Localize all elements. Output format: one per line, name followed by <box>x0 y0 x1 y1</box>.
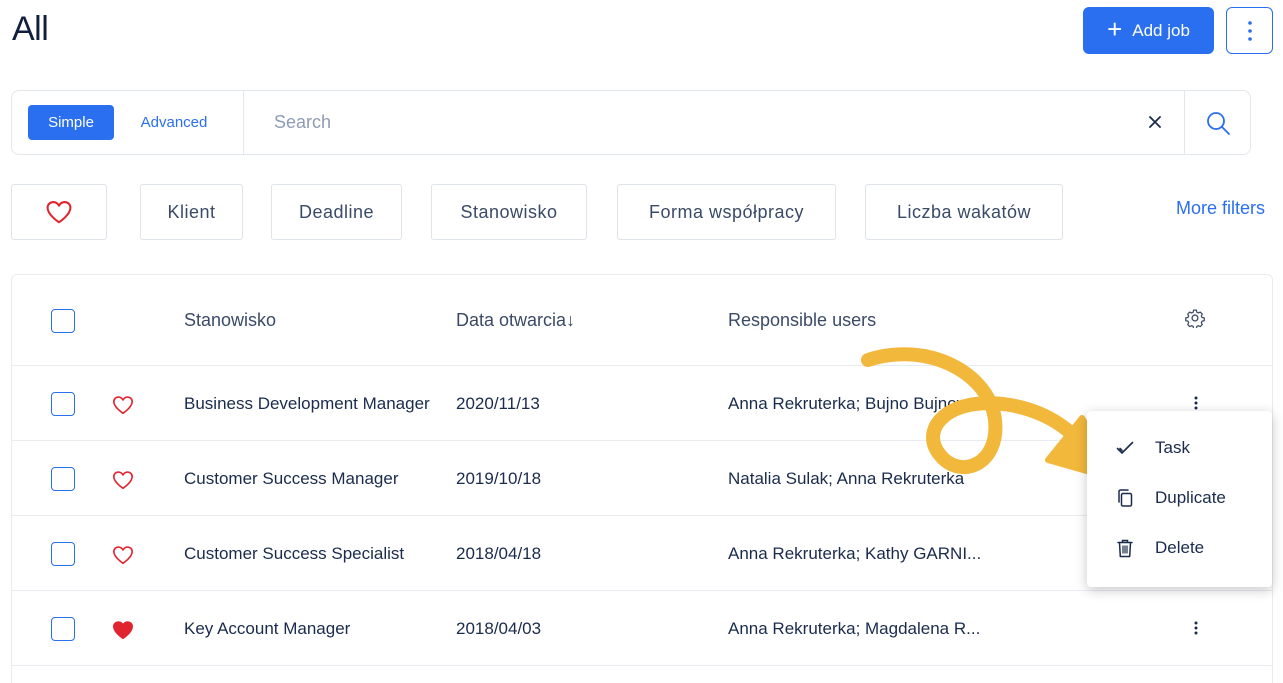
checkmark-icon <box>1115 438 1135 458</box>
add-job-label: Add job <box>1132 20 1190 40</box>
jobs-table: Stanowisko Data otwarcia↓ Responsible us… <box>11 274 1273 683</box>
menu-item-duplicate[interactable]: Duplicate <box>1087 473 1272 523</box>
table-row[interactable]: Key Account Manager 2018/04/03 Anna Rekr… <box>12 591 1272 666</box>
row-open-date: 2020/11/13 <box>456 394 540 413</box>
column-header-responsible[interactable]: Responsible users <box>728 310 876 331</box>
sort-desc-icon: ↓ <box>566 310 576 330</box>
favorites-filter[interactable] <box>11 184 107 240</box>
page-title: All <box>12 10 49 48</box>
menu-item-label: Delete <box>1155 538 1205 557</box>
close-icon <box>1149 116 1161 128</box>
row-position[interactable]: Customer Success Manager <box>184 469 398 489</box>
more-actions-button[interactable] <box>1226 7 1273 54</box>
heart-outline-icon[interactable] <box>112 394 134 416</box>
row-actions-button[interactable] <box>1186 616 1206 640</box>
row-open-date: 2018/04/03 <box>456 619 542 638</box>
gear-icon <box>1185 309 1205 330</box>
search-mode-simple-tab[interactable]: Simple <box>28 105 114 140</box>
row-responsible: Anna Rekruterka; Kathy GARNI... <box>728 544 982 563</box>
vertical-dots-icon <box>1194 396 1198 410</box>
select-all-checkbox[interactable] <box>51 309 75 333</box>
search-button[interactable] <box>1200 105 1236 141</box>
search-bar: Simple Advanced <box>11 90 1251 155</box>
table-row[interactable]: Business Development Manager 2020/11/13 … <box>12 366 1272 441</box>
menu-item-task[interactable]: Task <box>1087 423 1272 473</box>
table-row[interactable]: Customer Success Manager 2019/10/18 Nata… <box>12 441 1272 516</box>
row-position[interactable]: Business Development Manager <box>184 394 430 414</box>
filter-stanowisko[interactable]: Stanowisko <box>431 184 587 240</box>
filter-forma-wspolpracy[interactable]: Forma współpracy <box>617 184 836 240</box>
vertical-dots-icon <box>1194 621 1198 635</box>
add-job-button[interactable]: + Add job <box>1083 7 1214 54</box>
filter-klient[interactable]: Klient <box>140 184 243 240</box>
heart-outline-icon[interactable] <box>112 544 134 566</box>
column-header-open-date-label: Data otwarcia <box>456 310 567 330</box>
trash-icon <box>1115 538 1135 558</box>
heart-outline-icon[interactable] <box>112 469 134 491</box>
column-header-open-date[interactable]: Data otwarcia↓ <box>456 310 575 331</box>
row-checkbox[interactable] <box>51 467 75 491</box>
menu-item-label: Duplicate <box>1155 488 1226 507</box>
search-input[interactable] <box>274 105 1114 140</box>
row-responsible: Anna Rekruterka; Magdalena R... <box>728 619 981 638</box>
copy-icon <box>1115 488 1135 508</box>
row-responsible: Anna Rekruterka; Bujno Bujnow <box>728 394 969 413</box>
table-row[interactable]: Customer Success Specialist 2018/04/18 A… <box>12 516 1272 591</box>
table-settings-button[interactable] <box>1185 308 1205 333</box>
heart-outline-icon <box>46 201 72 224</box>
search-mode-advanced-tab[interactable]: Advanced <box>129 105 219 140</box>
row-position[interactable]: Key Account Manager <box>184 619 350 639</box>
row-context-menu: Task Duplicate Delete <box>1087 411 1272 587</box>
more-filters-link[interactable]: More filters <box>1176 198 1265 219</box>
row-position[interactable]: Customer Success Specialist <box>184 544 404 564</box>
row-checkbox[interactable] <box>51 617 75 641</box>
menu-item-label: Task <box>1155 438 1190 457</box>
search-icon <box>1207 112 1230 135</box>
heart-filled-icon[interactable] <box>112 619 134 641</box>
column-header-position[interactable]: Stanowisko <box>184 310 276 331</box>
search-divider <box>243 91 244 154</box>
row-open-date: 2018/04/18 <box>456 544 542 563</box>
vertical-dots-icon <box>1247 20 1252 41</box>
row-open-date: 2019/10/18 <box>456 469 542 488</box>
clear-search-button[interactable] <box>1142 109 1168 135</box>
menu-item-delete[interactable]: Delete <box>1087 523 1272 573</box>
row-checkbox[interactable] <box>51 392 75 416</box>
row-checkbox[interactable] <box>51 542 75 566</box>
filter-deadline[interactable]: Deadline <box>271 184 402 240</box>
plus-icon: + <box>1107 14 1123 44</box>
table-header-row: Stanowisko Data otwarcia↓ Responsible us… <box>12 275 1272 366</box>
search-divider <box>1184 91 1185 154</box>
row-responsible: Natalia Sulak; Anna Rekruterka <box>728 469 965 488</box>
filter-liczba-wakatow[interactable]: Liczba wakatów <box>865 184 1063 240</box>
